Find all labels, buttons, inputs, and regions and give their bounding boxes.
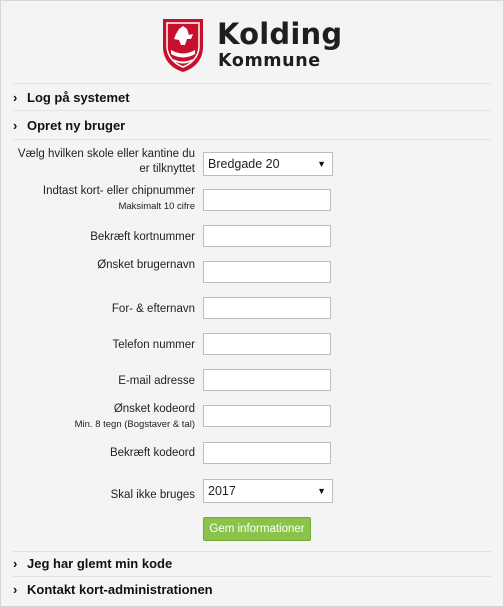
school-select-value: Bredgade 20	[208, 157, 280, 171]
email-label: E-mail adresse	[118, 375, 195, 387]
confirm-password-label: Bekræft kodeord	[109, 447, 195, 459]
section-create-user[interactable]: › Opret ny bruger	[13, 118, 491, 133]
password-label-text: Ønsket kodeord	[113, 403, 195, 415]
kolding-kommune-logo: Kolding Kommune	[161, 17, 361, 75]
divider	[13, 139, 491, 140]
chevron-right-icon: ›	[13, 90, 18, 105]
name-input[interactable]	[203, 297, 331, 319]
coat-of-arms-icon	[163, 19, 203, 72]
name-label: For- & efternavn	[111, 303, 195, 315]
dropdown-caret-icon: ▼	[317, 486, 326, 496]
card-label-hint: Maksimalt 10 cifre	[118, 201, 195, 212]
divider	[13, 110, 491, 111]
section-login-label: Log på systemet	[27, 90, 130, 105]
card-label-text: Indtast kort- eller chipnummer	[42, 185, 195, 197]
password-label: Ønsket kodeord Min. 8 tegn (Bogstaver & …	[9, 402, 195, 432]
section-contact[interactable]: › Kontakt kort-administrationen	[13, 582, 491, 597]
divider	[13, 551, 491, 552]
username-label: Ønsket brugernavn	[97, 259, 195, 271]
section-create-label: Opret ny bruger	[27, 118, 126, 133]
section-login[interactable]: › Log på systemet	[13, 90, 491, 105]
page-frame: Kolding Kommune › Log på systemet › Opre…	[0, 0, 504, 607]
expire-select[interactable]: 2017 ▼	[203, 479, 333, 503]
card-number-input[interactable]	[203, 189, 331, 211]
save-button[interactable]: Gem informationer	[203, 517, 311, 541]
school-select[interactable]: Bredgade 20 ▼	[203, 152, 333, 176]
section-forgot-label: Jeg har glemt min kode	[27, 556, 173, 571]
chevron-right-icon: ›	[13, 118, 18, 133]
phone-input[interactable]	[203, 333, 331, 355]
username-input[interactable]	[203, 261, 331, 283]
dropdown-caret-icon: ▼	[317, 159, 326, 169]
card-label: Indtast kort- eller chipnummer Maksimalt…	[9, 184, 195, 214]
section-contact-label: Kontakt kort-administrationen	[27, 582, 213, 597]
logo-subtitle: Kommune	[218, 51, 321, 71]
password-label-hint: Min. 8 tegn (Bogstaver & tal)	[74, 419, 195, 430]
divider	[13, 83, 491, 84]
expire-label: Skal ikke bruges	[110, 489, 195, 501]
school-label: Vælg hvilken skole eller kantine du er t…	[17, 148, 195, 175]
password-input[interactable]	[203, 405, 331, 427]
divider	[13, 576, 491, 577]
logo-title: Kolding	[217, 17, 343, 51]
confirm-card-input[interactable]	[203, 225, 331, 247]
chevron-right-icon: ›	[13, 582, 18, 597]
phone-label: Telefon nummer	[112, 339, 195, 351]
email-input[interactable]	[203, 369, 331, 391]
expire-select-value: 2017	[208, 484, 236, 498]
section-forgot-password[interactable]: › Jeg har glemt min kode	[13, 556, 491, 571]
confirm-card-label: Bekræft kortnummer	[90, 231, 195, 243]
chevron-right-icon: ›	[13, 556, 18, 571]
confirm-password-input[interactable]	[203, 442, 331, 464]
